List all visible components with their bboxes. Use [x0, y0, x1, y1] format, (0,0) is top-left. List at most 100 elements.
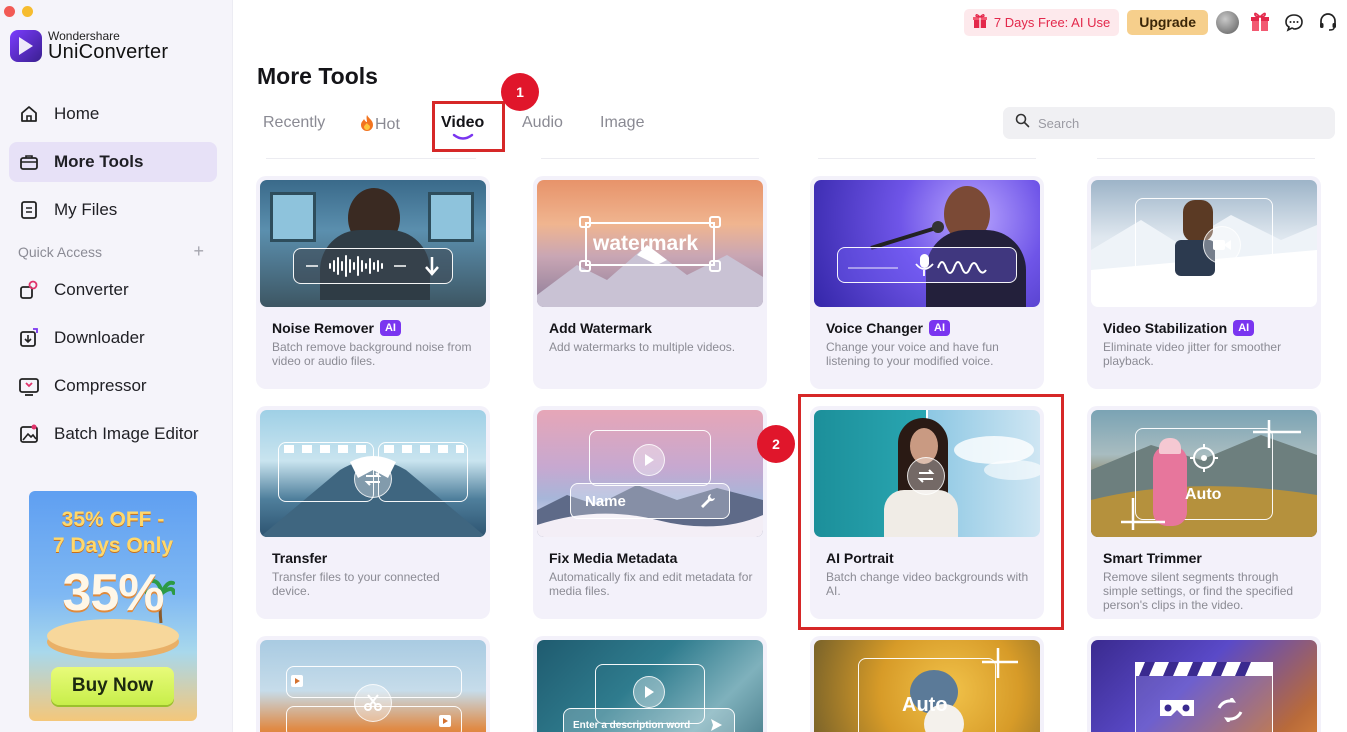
- card-title: Fix Media Metadata: [549, 550, 678, 566]
- upgrade-button[interactable]: Upgrade: [1127, 9, 1208, 35]
- card-description: Automatically fix and edit metadata for …: [549, 570, 753, 598]
- tool-card-noise-remover[interactable]: Noise Remover AI Batch remove background …: [256, 176, 490, 389]
- search-field[interactable]: [1003, 107, 1335, 139]
- tab-hot-label: Hot: [375, 116, 400, 133]
- tool-card-smart-trimmer[interactable]: Auto Smart Trimmer Remove silent segment…: [1087, 406, 1321, 619]
- free-trial-label: 7 Days Free: AI Use: [993, 14, 1111, 30]
- toolbox-icon: [18, 151, 40, 173]
- ai-badge: AI: [929, 320, 950, 336]
- auto-reframe-thumbnail: Auto: [814, 640, 1040, 732]
- video-camera-icon: [1203, 226, 1241, 264]
- tool-card-fix-media-metadata[interactable]: Name Fix Media Metadata Automatically fi…: [533, 406, 767, 619]
- crop-corner-icon: [982, 648, 1018, 678]
- sidebar-item-my-files[interactable]: My Files: [9, 190, 217, 230]
- compressor-icon: [18, 375, 40, 397]
- buy-now-button[interactable]: Buy Now: [51, 667, 174, 705]
- divider: [818, 158, 1036, 159]
- tool-card-add-watermark[interactable]: watermark Add Watermark Add watermarks t…: [533, 176, 767, 389]
- search-input[interactable]: [1038, 115, 1318, 131]
- free-trial-button[interactable]: 7 Days Free: AI Use: [963, 8, 1120, 36]
- play-icon: [633, 676, 665, 708]
- card-title: Video Stabilization AI: [1103, 320, 1255, 336]
- card-description: Change your voice and have fun listening…: [826, 340, 999, 368]
- close-window-button[interactable]: [4, 6, 15, 17]
- card-title: Noise Remover AI: [272, 320, 401, 336]
- subtitle-editor-thumbnail: Enter a description word: [537, 640, 763, 732]
- video-clip-icon: [291, 675, 303, 687]
- tool-card-vr-converter[interactable]: [1087, 636, 1321, 732]
- add-quick-access-button[interactable]: +: [193, 242, 204, 260]
- sidebar-item-batch-image-editor[interactable]: Batch Image Editor: [9, 414, 217, 454]
- sidebar-item-downloader[interactable]: Downloader: [9, 318, 217, 358]
- avatar[interactable]: [1216, 10, 1239, 34]
- tool-card-transfer[interactable]: Transfer Transfer files to your connecte…: [256, 406, 490, 619]
- message-icon[interactable]: [1281, 9, 1307, 35]
- tool-card-subtitle-editor[interactable]: Enter a description word: [533, 636, 767, 732]
- minimize-window-button[interactable]: [22, 6, 33, 17]
- voice-wave-icon: [848, 254, 987, 276]
- quick-access-header: Quick Access +: [18, 242, 204, 260]
- sidebar-item-compressor[interactable]: Compressor: [9, 366, 217, 406]
- window-controls: [4, 6, 33, 17]
- tool-card-video-stabilization[interactable]: Video Stabilization AI Eliminate video ji…: [1087, 176, 1321, 389]
- card-title: Transfer: [272, 550, 328, 566]
- sidebar-item-label: Converter: [54, 280, 129, 299]
- sidebar-item-more-tools[interactable]: More Tools: [9, 142, 217, 182]
- tab-image[interactable]: Image: [600, 114, 644, 132]
- quick-access-label: Quick Access: [18, 244, 103, 260]
- sidebar: Wondershare UniConverter Home More Tools…: [0, 0, 233, 732]
- send-icon: [711, 719, 722, 731]
- video-clip-icon: [439, 715, 451, 727]
- promo-big-percent: 35%: [62, 564, 164, 622]
- gift-icon: [972, 13, 988, 32]
- transfer-thumbnail: [260, 410, 486, 537]
- tab-hot[interactable]: Hot: [360, 114, 400, 134]
- clapperboard-icon: [1135, 662, 1273, 676]
- home-icon: [18, 103, 40, 125]
- promo-banner[interactable]: 35% OFF - 7 Days Only 35% Buy Now: [29, 491, 197, 721]
- tool-card-video-cutter[interactable]: [256, 636, 490, 732]
- sidebar-item-label: More Tools: [54, 152, 144, 171]
- annotation-highlight-ai-portrait: [798, 394, 1064, 630]
- gift-box-icon[interactable]: [1247, 9, 1273, 35]
- transfer-swap-icon: [354, 460, 392, 498]
- divider: [1097, 158, 1315, 159]
- top-bar: 7 Days Free: AI Use Upgrade: [963, 8, 1347, 36]
- tool-card-auto-reframe[interactable]: Auto: [810, 636, 1044, 732]
- app-logo: Wondershare UniConverter: [10, 30, 168, 62]
- uniconverter-logo-icon: [10, 30, 42, 62]
- image-editor-icon: [18, 423, 40, 445]
- window-illustration: [428, 192, 474, 242]
- noise-remover-thumbnail: [260, 180, 486, 307]
- headset-support-icon[interactable]: [1315, 9, 1341, 35]
- tab-recently[interactable]: Recently: [263, 114, 325, 132]
- ai-badge: AI: [379, 320, 401, 336]
- search-icon: [1015, 113, 1030, 133]
- video-stabilization-thumbnail: [1091, 180, 1317, 307]
- scissors-icon: [354, 684, 392, 722]
- description-placeholder-text: Enter a description word: [573, 720, 691, 731]
- sidebar-item-label: Compressor: [54, 376, 147, 395]
- promo-duration-text: 7 Days Only: [52, 534, 174, 557]
- audio-wave-overlay: [293, 248, 453, 284]
- vr-headset-icon: [1160, 700, 1194, 716]
- card-title: Add Watermark: [549, 320, 652, 336]
- tab-audio[interactable]: Audio: [522, 114, 563, 132]
- tool-card-voice-changer[interactable]: Voice Changer AI Change your voice and ha…: [810, 176, 1044, 389]
- annotation-badge-2: 2: [757, 425, 795, 463]
- promo-discount-text: 35% OFF -: [61, 508, 165, 531]
- sidebar-item-label: Downloader: [54, 328, 145, 347]
- microphone-illustration: [870, 221, 944, 250]
- crop-corners-icon: [1121, 420, 1301, 530]
- sidebar-item-label: Batch Image Editor: [54, 424, 199, 443]
- video-cutter-thumbnail: [260, 640, 486, 732]
- sidebar-item-home[interactable]: Home: [9, 94, 217, 134]
- converter-icon: [18, 279, 40, 301]
- card-title: Voice Changer AI: [826, 320, 950, 336]
- sidebar-item-converter[interactable]: Converter: [9, 270, 217, 310]
- film-strip-icon: [284, 445, 464, 453]
- metadata-name-label: Name: [585, 493, 626, 510]
- window-illustration: [270, 192, 316, 242]
- card-description: Batch remove background noise from video…: [272, 340, 472, 368]
- island-illustration: [47, 619, 179, 653]
